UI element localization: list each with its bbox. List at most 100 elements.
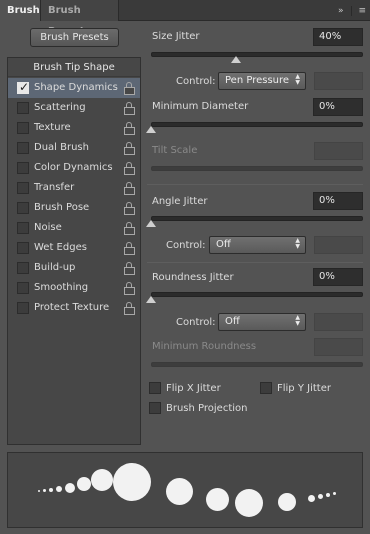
option-checkbox[interactable] [17, 122, 29, 134]
brush-projection-checkbox[interactable] [149, 402, 161, 414]
preview-dot [43, 489, 46, 492]
lock-icon[interactable] [124, 302, 135, 315]
angle-jitter-input[interactable]: 0% [313, 192, 363, 210]
preview-dot [38, 490, 40, 492]
size-control-extra-field [314, 72, 363, 90]
option-label: Dual Brush [34, 142, 89, 153]
lock-icon[interactable] [124, 82, 135, 95]
roundness-jitter-label: Roundness Jitter [152, 272, 234, 283]
tab-bar-icons: » ≡ [338, 3, 366, 18]
lock-icon[interactable] [124, 242, 135, 255]
lock-icon[interactable] [124, 202, 135, 215]
preview-dot [318, 494, 323, 499]
lock-icon[interactable] [124, 142, 135, 155]
option-label: Texture [34, 122, 71, 133]
option-label: Shape Dynamics [34, 82, 118, 93]
option-label: Build-up [34, 262, 76, 273]
lock-icon[interactable] [124, 122, 135, 135]
flip-x-jitter-checkbox[interactable] [149, 382, 161, 394]
lock-icon[interactable] [124, 222, 135, 235]
angle-control-value: Off [216, 239, 231, 250]
size-control-select[interactable]: Pen Pressure ▲ ▼ [218, 72, 306, 90]
roundness-control-label: Control: [176, 317, 216, 328]
roundness-control-select[interactable]: Off ▲ ▼ [218, 313, 306, 331]
option-label: Smoothing [34, 282, 89, 293]
option-checkbox[interactable] [17, 182, 29, 194]
option-checkbox[interactable] [17, 80, 29, 94]
brush-option-scattering[interactable]: Scattering [8, 98, 140, 118]
flip-y-jitter-checkbox[interactable] [260, 382, 272, 394]
brush-presets-button[interactable]: Brush Presets [30, 28, 119, 47]
size-jitter-slider[interactable] [151, 52, 363, 57]
option-checkbox[interactable] [17, 242, 29, 254]
brush-option-smoothing[interactable]: Smoothing [8, 278, 140, 298]
lock-icon[interactable] [124, 282, 135, 295]
brush-option-brush-pose[interactable]: Brush Pose [8, 198, 140, 218]
option-checkbox[interactable] [17, 222, 29, 234]
flip-y-jitter-label: Flip Y Jitter [277, 383, 331, 394]
size-control-value: Pen Pressure [225, 75, 290, 86]
minimum-diameter-slider-thumb[interactable] [146, 126, 156, 133]
brush-option-shape-dynamics[interactable]: Shape Dynamics [8, 78, 140, 98]
preview-dot [166, 478, 193, 505]
brush-option-protect-texture[interactable]: Protect Texture [8, 298, 140, 318]
brush-settings-list: Brush Tip Shape Shape Dynamics Scattering… [7, 57, 141, 445]
option-checkbox[interactable] [17, 142, 29, 154]
roundness-jitter-slider-thumb[interactable] [146, 296, 156, 303]
lock-icon[interactable] [124, 262, 135, 275]
roundness-jitter-input[interactable]: 0% [313, 268, 363, 286]
lock-icon[interactable] [124, 182, 135, 195]
section-divider [147, 184, 363, 185]
preview-dot [91, 469, 113, 491]
preview-dot [333, 492, 336, 495]
option-checkbox[interactable] [17, 302, 29, 314]
preview-dot [278, 493, 296, 511]
lock-icon[interactable] [124, 162, 135, 175]
preview-dot [326, 493, 330, 497]
brush-option-color-dynamics[interactable]: Color Dynamics [8, 158, 140, 178]
tab-brush[interactable]: Brush [0, 0, 41, 21]
option-checkbox[interactable] [17, 202, 29, 214]
brush-option-noise[interactable]: Noise [8, 218, 140, 238]
option-checkbox[interactable] [17, 102, 29, 114]
angle-jitter-label: Angle Jitter [152, 196, 208, 207]
collapse-panel-icon[interactable]: » [338, 6, 344, 16]
size-control-label: Control: [176, 76, 216, 87]
preview-dot [235, 489, 263, 517]
tilt-scale-slider [151, 166, 363, 171]
brush-option-transfer[interactable]: Transfer [8, 178, 140, 198]
tilt-scale-input [314, 142, 363, 160]
option-label: Protect Texture [34, 302, 110, 313]
brush-option-dual-brush[interactable]: Dual Brush [8, 138, 140, 158]
select-arrows-icon: ▲ ▼ [295, 314, 300, 327]
preview-dot [77, 477, 91, 491]
minimum-diameter-slider[interactable] [151, 122, 363, 127]
flip-x-jitter-label: Flip X Jitter [166, 383, 221, 394]
option-label: Color Dynamics [34, 162, 113, 173]
panel-tab-bar: Brush Brush Presets » ≡ [0, 0, 370, 37]
size-jitter-input[interactable]: 40% [313, 28, 363, 46]
size-jitter-slider-thumb[interactable] [230, 56, 241, 63]
angle-jitter-slider[interactable] [151, 216, 363, 221]
lock-icon[interactable] [124, 102, 135, 115]
brush-stroke-preview [7, 452, 363, 528]
option-label: Wet Edges [34, 242, 87, 253]
brush-tip-shape-item[interactable]: Brush Tip Shape [8, 58, 140, 77]
option-checkbox[interactable] [17, 262, 29, 274]
panel-menu-icon[interactable]: ≡ [351, 5, 366, 16]
angle-jitter-slider-thumb[interactable] [146, 220, 156, 227]
tab-brush-presets[interactable]: Brush Presets [41, 0, 119, 37]
preview-dot [65, 483, 75, 493]
option-checkbox[interactable] [17, 282, 29, 294]
select-arrows-icon: ▲ ▼ [295, 73, 300, 86]
preview-dot [56, 486, 62, 492]
minimum-roundness-slider [151, 362, 363, 367]
roundness-control-extra-field [314, 313, 363, 331]
brush-option-texture[interactable]: Texture [8, 118, 140, 138]
option-checkbox[interactable] [17, 162, 29, 174]
minimum-diameter-input[interactable]: 0% [313, 98, 363, 116]
brush-option-build-up[interactable]: Build-up [8, 258, 140, 278]
roundness-jitter-slider[interactable] [151, 292, 363, 297]
brush-option-wet-edges[interactable]: Wet Edges [8, 238, 140, 258]
angle-control-select[interactable]: Off ▲ ▼ [209, 236, 306, 254]
